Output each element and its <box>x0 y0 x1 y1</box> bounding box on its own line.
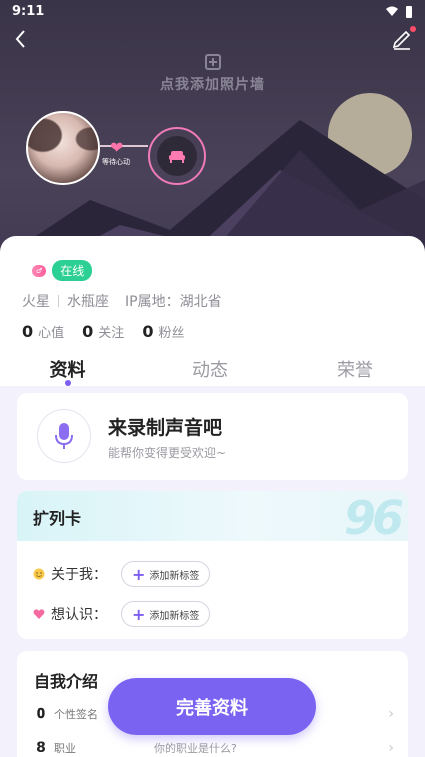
chevron-right-icon: › <box>388 740 394 756</box>
record-voice-button[interactable] <box>37 409 91 463</box>
signature-icon: 𝟎 <box>37 706 45 722</box>
microphone-icon <box>55 423 73 449</box>
wifi-icon <box>386 6 398 16</box>
expand-list-title: 扩列卡 <box>33 509 82 528</box>
status-time: 9:11 <box>12 3 45 19</box>
expand-list-header: 扩列卡 96 <box>17 491 408 545</box>
profile-tabs: 资料 动态 荣誉 <box>0 356 425 386</box>
online-badge: 在线 <box>52 260 93 281</box>
voice-record-card[interactable]: 来录制声音吧 能帮你变得更受欢迎~ <box>17 393 408 480</box>
job-label: 职业 <box>54 742 76 755</box>
zodiac-label: 水瓶座 <box>67 294 109 310</box>
top-bar <box>0 26 425 52</box>
about-me-label: 关于我： <box>51 567 107 583</box>
wait-heartbeat-label: 等待心动 <box>102 158 130 166</box>
about-me-row: 关于我： + 添加新标签 <box>33 561 211 587</box>
heart-icon: ❤ <box>110 138 124 157</box>
stat-following[interactable]: 0 关注 <box>82 322 124 341</box>
want-to-meet-label: 想认识： <box>51 607 107 623</box>
profile-stats: 0 心值 0 关注 0 粉丝 <box>22 322 184 341</box>
voice-title: 来录制声音吧 <box>108 417 223 439</box>
smile-icon <box>33 568 45 580</box>
back-icon[interactable] <box>10 26 32 52</box>
complete-profile-button[interactable]: 完善资料 <box>108 678 316 735</box>
chevron-right-icon: › <box>388 706 394 722</box>
expand-list-card: 扩列卡 96 关于我： + 添加新标签 想认识： + 添加新标签 <box>17 491 408 639</box>
add-tag-button[interactable]: + 添加新标签 <box>121 601 211 627</box>
add-photo-wall[interactable]: 点我添加照片墙 <box>0 54 425 94</box>
voice-subtitle: 能帮你变得更受欢迎~ <box>108 446 227 460</box>
add-photo-label: 点我添加照片墙 <box>160 77 265 93</box>
card-decoration: 96 <box>343 491 404 545</box>
job-row[interactable]: 8 职业 你的职业是什么? › <box>34 740 394 756</box>
signature-label: 个性签名 <box>54 708 98 721</box>
notification-dot <box>410 26 416 32</box>
add-photo-icon <box>204 54 221 70</box>
match-slot[interactable] <box>148 127 206 185</box>
tab-profile[interactable]: 资料 <box>0 356 135 386</box>
avatar[interactable] <box>26 111 100 185</box>
sofa-icon <box>169 151 185 163</box>
gender-badge: ♂ <box>32 264 47 277</box>
active-tab-indicator <box>64 380 71 386</box>
status-bar: 9:11 <box>0 0 425 22</box>
ip-location: IP属地：湖北省 <box>125 294 222 310</box>
match-connector <box>100 145 148 147</box>
stat-heart-value[interactable]: 0 心值 <box>22 322 64 341</box>
tab-honors[interactable]: 荣誉 <box>285 356 425 386</box>
tab-moments[interactable]: 动态 <box>135 356 285 386</box>
edit-button[interactable] <box>391 26 416 50</box>
job-value: 你的职业是什么? <box>154 742 237 755</box>
planet-label: 火星 <box>22 294 50 310</box>
stat-fans[interactable]: 0 粉丝 <box>142 322 184 341</box>
job-icon: 8 <box>36 740 46 756</box>
add-tag-button[interactable]: + 添加新标签 <box>121 561 211 587</box>
self-intro-title: 自我介绍 <box>34 672 99 691</box>
battery-icon <box>406 5 412 18</box>
heart-icon <box>33 609 45 619</box>
profile-meta: 火星 水瓶座 IP属地：湖北省 <box>22 291 222 311</box>
want-to-meet-row: 想认识： + 添加新标签 <box>33 601 211 627</box>
